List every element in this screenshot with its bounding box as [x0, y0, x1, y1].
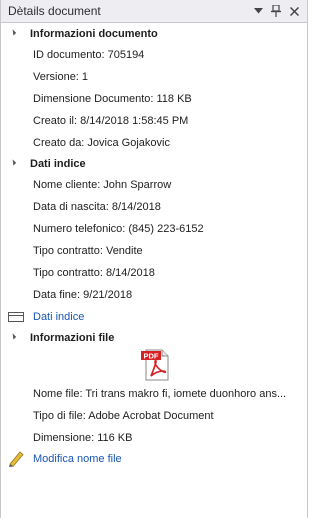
document-created-by: Creato da: Jovica Gojakovic	[33, 137, 170, 149]
file-size: Dimensione: 116 KB	[33, 432, 133, 444]
collapse-triangle-icon[interactable]	[9, 29, 17, 36]
index-contract-type: Tipo contratto: Vendite	[33, 245, 143, 257]
section-title: Informazioni file	[30, 332, 115, 344]
pencil-icon[interactable]	[8, 449, 24, 470]
index-contract-date: Tipo contratto: 8/14/2018	[33, 267, 155, 279]
section-header-document-info[interactable]: Informazioni documento	[1, 24, 301, 44]
svg-text:PDF: PDF	[144, 352, 159, 361]
document-details-panel: Dètails document Informazioni documento …	[0, 0, 308, 518]
close-icon[interactable]	[286, 3, 302, 19]
dropdown-icon[interactable]	[250, 3, 266, 19]
collapse-triangle-icon[interactable]	[9, 159, 17, 166]
index-fields-icon[interactable]	[8, 312, 24, 325]
section-header-file-info[interactable]: Informazioni file	[1, 328, 301, 348]
index-phone: Numero telefonico: (845) 223-6152	[33, 223, 204, 235]
index-birth-date: Data di nascita: 8/14/2018	[33, 201, 161, 213]
file-type: Tipo di file: Adobe Acrobat Document	[33, 410, 214, 422]
document-size: Dimensione Documento: 118 KB	[33, 93, 192, 105]
section-title: Dati indice	[30, 158, 86, 170]
section-title: Informazioni documento	[30, 28, 158, 40]
index-data-link[interactable]: Dati indice	[33, 309, 84, 325]
index-end-date: Data fine: 9/21/2018	[33, 289, 133, 301]
file-name: Nome file: Tri trans makro fi, iomete du…	[33, 388, 287, 400]
panel-titlebar: Dètails document	[1, 0, 307, 23]
document-created-on: Creato il: 8/14/2018 1:58:45 PM	[33, 115, 189, 127]
pin-icon[interactable]	[268, 3, 284, 19]
rename-file-link[interactable]: Modifica nome file	[33, 451, 122, 467]
pdf-file-icon: PDF	[141, 349, 171, 384]
document-version: Versione: 1	[33, 71, 89, 83]
index-customer-name: Nome cliente: John Sparrow	[33, 179, 172, 191]
collapse-triangle-icon[interactable]	[9, 333, 17, 340]
panel-title: Dètails document	[8, 4, 101, 18]
section-header-index-data[interactable]: Dati indice	[1, 154, 301, 174]
document-id: ID documento: 705194	[33, 49, 145, 61]
